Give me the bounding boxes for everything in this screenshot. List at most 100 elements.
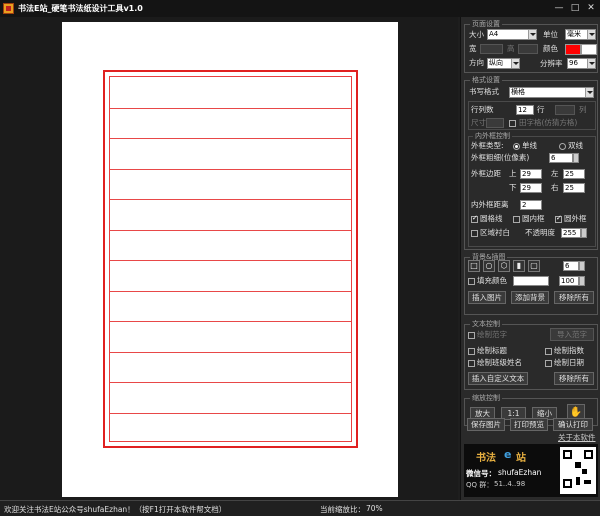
frame-thickness-field[interactable]: 6 (549, 153, 573, 163)
round-outer-checkbox[interactable] (555, 214, 562, 223)
close-button[interactable]: ✕ (584, 2, 598, 15)
frame-type-label: 外框类型: (471, 141, 504, 150)
fill-opacity-spinner[interactable] (579, 276, 585, 286)
chevron-down-icon (528, 30, 536, 39)
grid-line (110, 321, 351, 322)
inner-distance-label: 内外框距离 (471, 200, 509, 209)
margin-right-label: 右 (551, 183, 559, 192)
opacity-label: 不透明度 (525, 228, 555, 237)
format-settings-title: 格式设置 (470, 75, 502, 85)
frame-thickness-spinner[interactable] (573, 153, 579, 163)
single-line-radio[interactable] (513, 143, 520, 150)
preview-canvas[interactable] (0, 17, 458, 500)
background-group: 背景&插图 □ ○ ⬡ ▮ ▢ 6 填充颜色 100 插入图片 添加背景 移除所… (464, 252, 598, 315)
ad-brand-1: 书法 (476, 453, 496, 464)
shape-count-spinner[interactable] (579, 261, 585, 271)
zoom-control-title: 缩放控制 (470, 393, 502, 403)
double-line-radio[interactable] (559, 143, 566, 150)
status-zoom-label: 当前缩放比： (320, 505, 365, 514)
width-label: 宽 (469, 44, 477, 53)
width-field[interactable] (480, 44, 503, 54)
unit-label: 单位 (543, 30, 558, 39)
orientation-select[interactable]: 纵向 (487, 58, 520, 69)
resolution-label: 分辨率 (540, 59, 563, 68)
cols-field[interactable] (555, 105, 575, 115)
hexagon-shape-button[interactable]: ⬡ (498, 260, 510, 272)
text-control-title: 文本控制 (470, 319, 502, 329)
shape-count-field[interactable]: 6 (563, 261, 579, 271)
margin-left-field[interactable]: 25 (563, 169, 585, 179)
fill-color-swatch[interactable] (513, 276, 549, 286)
inner-frame (109, 76, 352, 442)
draw-sample-label: 绘制范字 (477, 330, 507, 339)
area-white-checkbox[interactable] (471, 230, 478, 237)
frame-control-box: 内外框控制 外框类型: 单线 双线 外框粗细(位像素) 6 外框边距 上 29 … (468, 131, 596, 247)
insert-image-button[interactable]: 插入图片 (468, 291, 506, 304)
margin-bottom-field[interactable]: 29 (520, 183, 542, 193)
margin-top-field[interactable]: 29 (520, 169, 542, 179)
draw-date-label: 绘制日期 (554, 358, 584, 367)
insert-custom-text-button[interactable]: 插入自定义文本 (468, 372, 528, 385)
square-shape-button[interactable]: □ (468, 260, 480, 272)
chevron-down-icon (511, 59, 519, 68)
outer-frame (103, 70, 358, 448)
unit-select[interactable]: 毫米 (565, 29, 596, 40)
margin-right-field[interactable]: 25 (563, 183, 585, 193)
draw-page-number-checkbox[interactable] (545, 348, 552, 355)
ad-wechat-value: shufaEzhan (498, 468, 542, 477)
draw-class-name-checkbox[interactable] (468, 360, 475, 367)
resolution-select[interactable]: 96 (567, 58, 596, 69)
grid-line (110, 352, 351, 353)
rows-field[interactable]: 12 (516, 105, 534, 115)
opacity-spinner[interactable] (581, 228, 587, 238)
save-image-button[interactable]: 保存图片 (467, 418, 505, 431)
draw-class-name-label: 绘制班级姓名 (477, 358, 522, 367)
scroll-shape-button[interactable]: ▮ (513, 260, 525, 272)
add-background-button[interactable]: 添加背景 (511, 291, 549, 304)
ad-brand-2: 站 (516, 453, 526, 464)
writing-style-select[interactable]: 横格 (509, 87, 594, 98)
grid-line (110, 169, 351, 170)
promo-banner: 书法 e 站 微信号： shufaEzhan QQ 群： 51..4..98 (464, 444, 598, 497)
opacity-field[interactable]: 255 (561, 228, 581, 238)
print-preview-button[interactable]: 打印预览 (510, 418, 548, 431)
chevron-down-icon (587, 59, 595, 68)
round-grid-checkbox[interactable] (471, 214, 478, 223)
remove-all-text-button[interactable]: 移除所有 (554, 372, 594, 385)
import-sample-button[interactable]: 导入范字 (550, 328, 594, 341)
frame-shape-button[interactable]: ▢ (528, 260, 540, 272)
chevron-down-icon (587, 30, 595, 39)
page-color-swatch-alt[interactable] (581, 44, 597, 55)
fill-opacity-field[interactable]: 100 (559, 276, 579, 286)
grid-line (110, 260, 351, 261)
fill-color-label: 填充颜色 (477, 276, 507, 285)
rice-grid-label: 田字格(仿猜方格) (519, 118, 578, 127)
fill-color-checkbox[interactable] (468, 278, 475, 285)
window-title: 书法E站_硬笔书法纸设计工具v1.0 (18, 4, 143, 13)
circle-shape-button[interactable]: ○ (483, 260, 495, 272)
paper-sheet (62, 22, 398, 497)
round-inner-checkbox[interactable] (513, 216, 520, 223)
draw-date-checkbox[interactable] (545, 360, 552, 367)
rice-grid-checkbox[interactable] (509, 120, 516, 127)
draw-title-label: 绘制标题 (477, 346, 507, 355)
text-control-group: 文本控制 绘制范字 导入范字 绘制标题 绘制指数 绘制班级姓名 绘制日期 插入自… (464, 319, 598, 390)
grid-line (110, 138, 351, 139)
height-field[interactable] (518, 44, 538, 54)
confirm-print-button[interactable]: 确认打印 (553, 418, 593, 431)
maximize-button[interactable]: □ (568, 2, 582, 15)
minimize-button[interactable]: — (552, 2, 566, 15)
cell-size-field[interactable] (486, 118, 504, 128)
grid-line (110, 291, 351, 292)
about-link[interactable]: 关于本软件 (558, 433, 596, 443)
size-select[interactable]: A4 (487, 29, 537, 40)
double-line-label: 双线 (568, 141, 583, 150)
draw-sample-checkbox[interactable] (468, 332, 475, 339)
page-color-swatch[interactable] (565, 44, 581, 55)
height-label: 高 (507, 44, 515, 53)
draw-title-checkbox[interactable] (468, 348, 475, 355)
round-inner-label: 圆内框 (522, 214, 545, 223)
inner-distance-field[interactable]: 2 (520, 200, 542, 210)
cell-size-label: 尺寸 (471, 118, 486, 127)
remove-all-background-button[interactable]: 移除所有 (554, 291, 594, 304)
